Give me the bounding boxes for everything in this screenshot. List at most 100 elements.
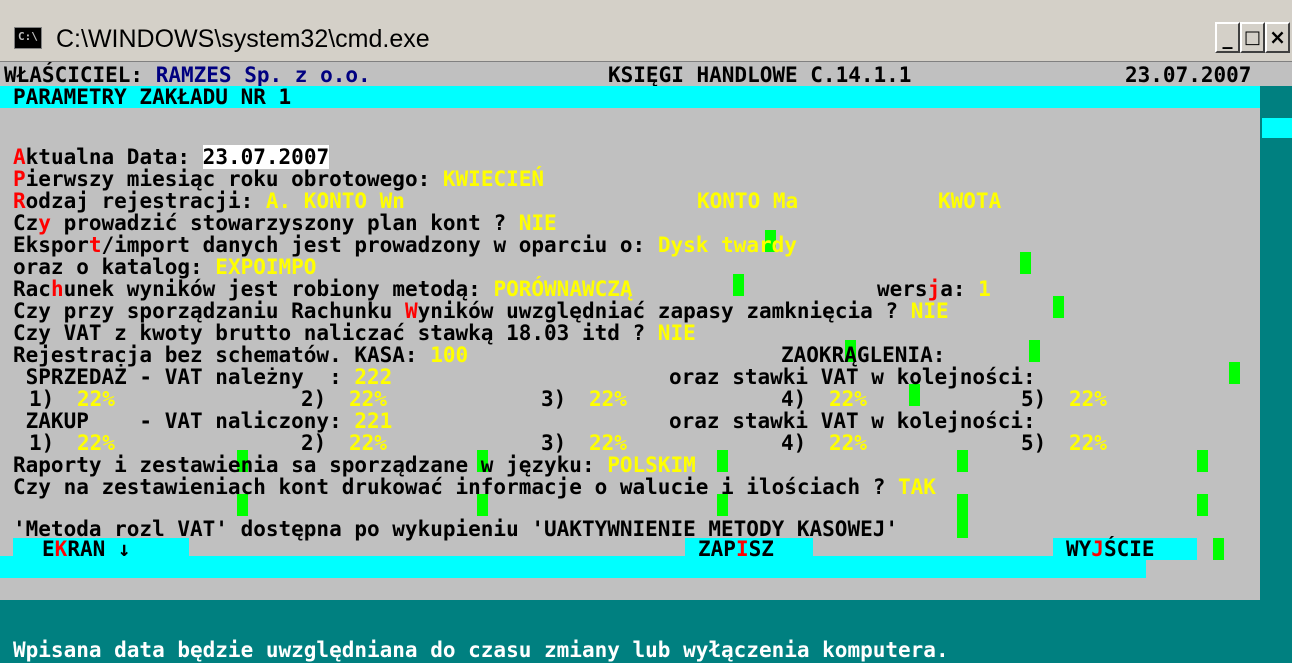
currency-value[interactable]: TAK: [898, 475, 936, 499]
sales-rates-label: oraz stawki VAT w kolejności:: [669, 365, 1036, 389]
plan-value[interactable]: NIE: [519, 211, 557, 235]
window-titlebar: C:\ C:\WINDOWS\system32\cmd.exe _ □ ×: [0, 0, 1292, 62]
plan-label: prowadzić stowarzyszony plan kont ?: [50, 211, 519, 235]
stock-label: yników uwzględniać zapasy zamknięcia ?: [417, 299, 911, 323]
kasa-value[interactable]: 100: [430, 343, 468, 367]
purchase-rate-1[interactable]: 22%: [77, 432, 115, 454]
sales-rate-3[interactable]: 22%: [589, 388, 627, 410]
version-pre: wers: [877, 277, 928, 301]
export-hotkey: t: [88, 233, 102, 257]
plan-hotkey: y: [38, 211, 51, 235]
sales-vat-account[interactable]: 222: [354, 365, 392, 389]
exit-button[interactable]: WYJŚCIE: [1053, 538, 1197, 560]
stock-pre: Czy przy sporządzaniu Rachunku: [13, 299, 405, 323]
first-month-row: Pierwszy miesiąc roku obrotowego: KWIECI…: [13, 168, 544, 190]
scroll-indicator: [1262, 118, 1292, 138]
kasa-label: Rejestracja bez schematów. KASA:: [13, 343, 431, 367]
window-title: C:\WINDOWS\system32\cmd.exe: [56, 25, 430, 53]
export-pre: Ekspor: [13, 233, 89, 257]
purchase-vat-label: ZAKUP - VAT naliczony:: [13, 409, 355, 433]
owner-name: RAMZES Sp. z o.o.: [155, 63, 371, 87]
version-dropdown[interactable]: [1029, 340, 1040, 362]
plan-dropdown[interactable]: [733, 274, 744, 296]
registration-credit[interactable]: KONTO Ma: [697, 190, 798, 212]
language-dropdown[interactable]: [957, 516, 968, 538]
purchase-rate-4-dropdown[interactable]: [957, 494, 968, 516]
kasa-row: Rejestracja bez schematów. KASA: 100: [13, 344, 468, 366]
registration-amount[interactable]: KWOTA: [938, 190, 1001, 212]
sales-rate-5-dropdown[interactable]: [1197, 450, 1208, 472]
version-value[interactable]: 1: [978, 277, 991, 301]
purchase-rate-1-num: 1): [29, 431, 55, 455]
console-icon[interactable]: C:\: [14, 27, 42, 49]
date-input[interactable]: 23.07.2007: [202, 145, 330, 169]
screen-hotkey: K: [54, 537, 68, 561]
purchase-rate-2-num: 2): [301, 431, 327, 455]
exit-post: ŚCIE: [1103, 537, 1155, 561]
currency-label: Czy na zestawieniach kont drukować infor…: [13, 475, 899, 499]
header-date: 23.07.2007: [1125, 63, 1252, 87]
currency-dropdown[interactable]: [1213, 538, 1224, 560]
save-button[interactable]: ZAPISZ: [685, 538, 813, 560]
purchase-vat-account[interactable]: 221: [354, 409, 392, 433]
purchase-rates-label: oraz stawki VAT w kolejności:: [669, 409, 1036, 433]
status-message: Wpisana data będzie uwzględniana do czas…: [13, 638, 949, 662]
export-value[interactable]: Dysk twardy: [658, 233, 797, 257]
registration-debit[interactable]: A. KONTO Wn: [266, 189, 405, 213]
purchase-rate-2[interactable]: 22%: [349, 432, 387, 454]
close-button[interactable]: ×: [1265, 22, 1290, 53]
sales-rate-4-dropdown[interactable]: [957, 450, 968, 472]
plan-row: Czy prowadzić stowarzyszony plan kont ? …: [13, 212, 557, 234]
vat-gross-row: Czy VAT z kwoty brutto naliczać stawką 1…: [13, 322, 696, 344]
sales-rate-3-dropdown[interactable]: [717, 450, 728, 472]
maximize-button[interactable]: □: [1240, 22, 1265, 53]
sales-rate-2-num: 2): [301, 387, 327, 411]
catalog-label: oraz o katalog:: [13, 255, 216, 279]
save-post: SZ: [748, 537, 774, 561]
registration-dropdown[interactable]: [1020, 252, 1031, 274]
purchase-rate-5-num: 5): [1021, 431, 1047, 455]
sales-rate-1[interactable]: 22%: [77, 388, 115, 410]
purchase-rate-3[interactable]: 22%: [589, 432, 627, 454]
exit-button-label: WYJŚCIE: [1066, 538, 1155, 560]
plan-pre: Cz: [13, 211, 39, 235]
section-title: PARAMETRY ZAKŁADU NR 1: [13, 85, 292, 109]
purchase-rate-4[interactable]: 22%: [829, 432, 867, 454]
registration-label: odzaj rejestracji:: [25, 189, 266, 213]
sales-rate-4-num: 4): [781, 387, 807, 411]
screen-post: RAN ↓: [67, 537, 131, 561]
save-pre: ZAP: [698, 537, 736, 561]
first-month-value[interactable]: KWIECIEŃ: [443, 167, 544, 191]
console-icon-label: C:\: [18, 30, 38, 43]
app-version: KSIĘGI HANDLOWE C.14.1.1: [608, 63, 912, 87]
income-method-value[interactable]: PORÓWNAWCZĄ: [493, 277, 632, 301]
sales-rate-2[interactable]: 22%: [349, 388, 387, 410]
stock-value[interactable]: NIE: [911, 299, 949, 323]
export-dropdown[interactable]: [1053, 296, 1064, 318]
catalog-input[interactable]: EXPOIMPO: [215, 255, 316, 279]
screen-pre: E: [42, 537, 55, 561]
exit-hotkey: J: [1091, 537, 1104, 561]
purchase-rate-5-dropdown[interactable]: [1197, 494, 1208, 516]
minimize-button[interactable]: _: [1215, 22, 1240, 53]
stock-hotkey: W: [404, 299, 418, 323]
vat-gross-value[interactable]: NIE: [658, 321, 696, 345]
sales-rate-3-num: 3): [541, 387, 567, 411]
sales-rate-5-num: 5): [1021, 387, 1047, 411]
income-pre: Rac: [13, 277, 51, 301]
sales-rate-4[interactable]: 22%: [829, 388, 867, 410]
save-button-label: ZAPISZ: [698, 538, 774, 560]
income-hotkey: h: [50, 277, 64, 301]
purchase-rate-5[interactable]: 22%: [1069, 432, 1107, 454]
language-value[interactable]: POLSKIM: [607, 453, 696, 477]
sales-rate-1-num: 1): [29, 387, 55, 411]
screen-button[interactable]: EKRAN ↓: [13, 538, 189, 560]
version-field: wersja: 1: [877, 278, 991, 300]
owner-label: WŁAŚCICIEL:: [4, 63, 156, 87]
purchase-vat-row: ZAKUP - VAT naliczony: 221: [13, 409, 393, 433]
stock-dropdown[interactable]: [1229, 362, 1240, 384]
registration-hotkey: R: [13, 189, 26, 213]
sales-rate-5[interactable]: 22%: [1069, 388, 1107, 410]
currency-row: Czy na zestawieniach kont drukować infor…: [13, 476, 936, 498]
save-hotkey: I: [735, 537, 749, 561]
